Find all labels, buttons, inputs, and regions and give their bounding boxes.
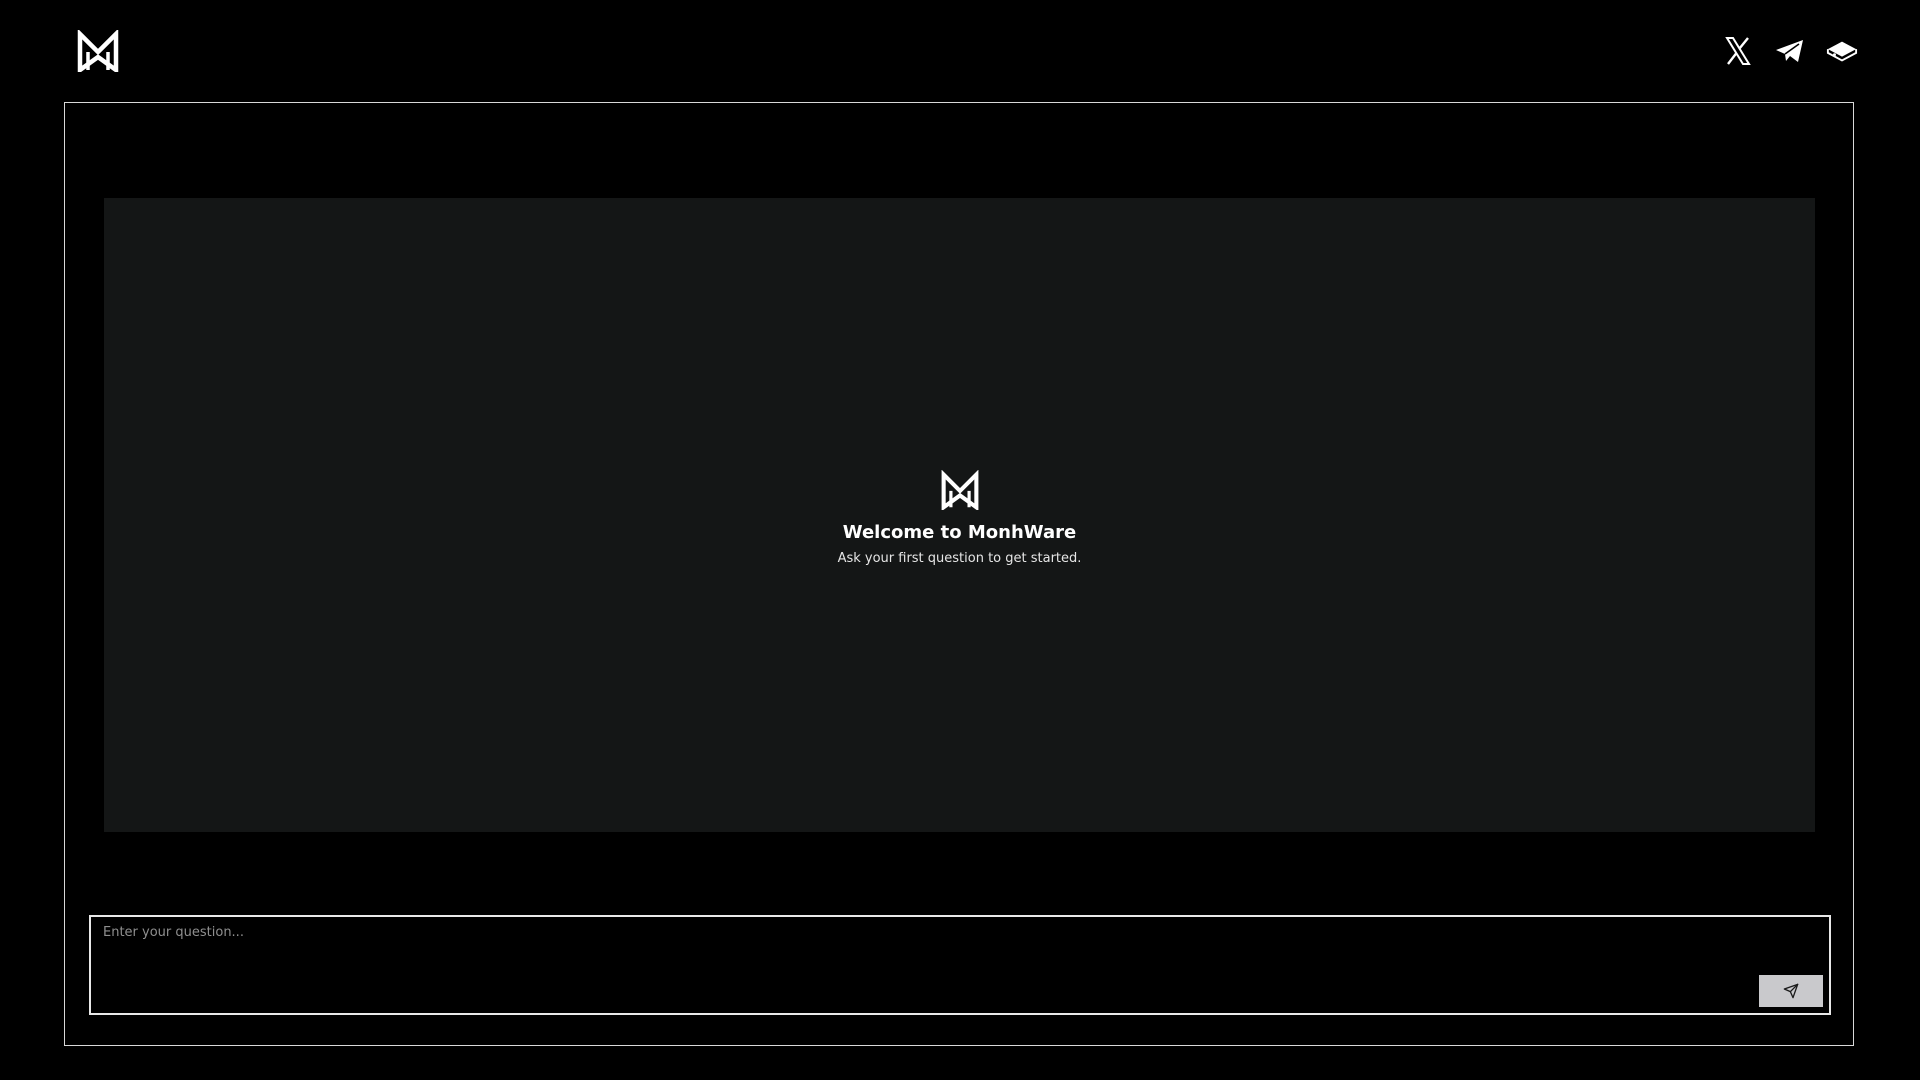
question-composer	[89, 915, 1831, 1015]
send-button[interactable]	[1759, 975, 1823, 1007]
telegram-icon[interactable]	[1774, 34, 1806, 68]
social-links	[1722, 34, 1858, 68]
chat-area: Welcome to MonhWare Ask your first quest…	[104, 198, 1815, 832]
x-icon[interactable]	[1722, 34, 1754, 68]
monhware-logo-icon	[940, 469, 980, 512]
welcome-panel: Welcome to MonhWare Ask your first quest…	[104, 469, 1815, 567]
question-input[interactable]	[103, 925, 1783, 995]
top-bar	[0, 0, 1920, 100]
send-icon	[1783, 983, 1799, 999]
welcome-subtitle: Ask your first question to get started.	[837, 551, 1082, 566]
gitbook-icon[interactable]	[1826, 34, 1858, 68]
welcome-title: Welcome to MonhWare	[842, 522, 1077, 543]
monhware-logo-icon[interactable]	[76, 28, 120, 75]
